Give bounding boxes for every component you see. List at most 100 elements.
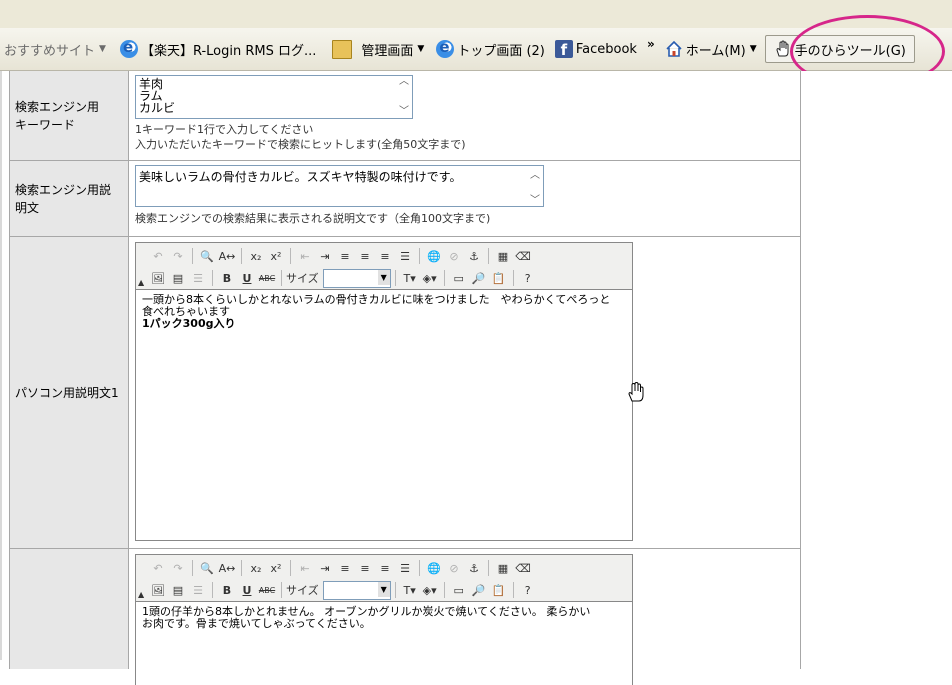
facebook-icon: f	[554, 40, 573, 59]
indent-icon[interactable]: ⇥	[315, 246, 335, 266]
bookmark-admin-folder[interactable]: 管理画面 ▼	[328, 38, 428, 60]
font-size-label: サイズ	[286, 584, 319, 597]
description-label: 検索エンジン用説 明文	[10, 161, 129, 236]
outdent-icon[interactable]: ⇤	[295, 246, 315, 266]
bookmark-facebook[interactable]: f Facebook	[551, 38, 641, 60]
keywords-note-1: 1キーワード1行で入力してください	[135, 123, 314, 136]
textarea-scrollbar[interactable]: ︿ ﹀	[527, 166, 543, 206]
align-right-icon[interactable]: ≡	[375, 246, 395, 266]
ie-page-icon	[119, 38, 138, 58]
redo-icon[interactable]: ↷	[168, 246, 188, 266]
bookmark-rakuten-rlogin[interactable]: 【楽天】R-Login RMS ログ...	[116, 38, 320, 60]
bookmark-label: トップ画面 (2)	[457, 43, 545, 59]
align-right-icon[interactable]: ≡	[375, 558, 395, 578]
align-left-icon[interactable]: ≡	[335, 246, 355, 266]
link-icon[interactable]: 🌐	[424, 246, 444, 266]
insert-table-icon[interactable]: ▤	[168, 580, 188, 600]
bold-button[interactable]: B	[217, 268, 237, 288]
link-icon[interactable]: 🌐	[424, 558, 444, 578]
chevron-down-icon[interactable]: ﹀	[530, 191, 540, 206]
more-bookmarks-chevron[interactable]: »	[641, 37, 661, 51]
eraser-icon[interactable]: ⌫	[513, 246, 533, 266]
font-size-select[interactable]: ▼	[322, 268, 391, 288]
toolbar-collapse-icon[interactable]: ▲	[138, 278, 144, 287]
find-icon[interactable]: 🔍	[197, 246, 217, 266]
editor-content[interactable]: 1頭の仔羊から8本しかとれません。 オーブンかグリルか炭火で焼いてください。 柔…	[136, 602, 632, 634]
image-icon[interactable]: 🖼	[148, 580, 168, 600]
image-icon[interactable]: 🖼	[148, 268, 168, 288]
folder-icon	[332, 39, 353, 59]
help-icon[interactable]: ?	[518, 268, 538, 288]
bookmark-top-page[interactable]: トップ画面 (2)	[432, 38, 549, 60]
chevron-down-icon[interactable]: ﹀	[399, 106, 409, 118]
unlink-icon[interactable]: ⊘	[444, 246, 464, 266]
chevron-up-icon[interactable]: ︿	[399, 76, 409, 88]
bookmark-label: 【楽天】R-Login RMS ログ...	[140, 43, 317, 59]
anchor-icon[interactable]: ⚓	[464, 558, 484, 578]
home-label: ホーム(M)	[685, 43, 746, 59]
justify-icon[interactable]: ☰	[395, 558, 415, 578]
bookmark-recommended-sites[interactable]: おすすめサイト ▼	[0, 38, 110, 60]
insert-table-icon[interactable]: ▤	[168, 268, 188, 288]
editor-content[interactable]: 一頭から8本くらいしかとれないラムの骨付きカルビに味をつけました やわらかくてぺ…	[136, 290, 632, 334]
superscript-icon[interactable]: x²	[266, 558, 286, 578]
table-icon[interactable]: ▦	[493, 246, 513, 266]
preview-icon[interactable]: 🔎	[469, 268, 489, 288]
paste-icon[interactable]: 📋	[489, 580, 509, 600]
redo-icon[interactable]: ↷	[168, 558, 188, 578]
indent-icon[interactable]: ⇥	[315, 558, 335, 578]
paste-icon[interactable]: 📋	[489, 268, 509, 288]
rich-text-editor-2: ↶ ↷ 🔍 A↔ x₂ x² ⇤ ⇥ ≡ ≡ ≡ ☰ 🌐 ⊘ ⚓ ▦ ⌫ 🖼 ▤…	[135, 554, 633, 685]
source-icon[interactable]: ▭	[449, 580, 469, 600]
window-top-strip	[0, 0, 952, 29]
editor-line: 1パック300g入り	[142, 317, 236, 330]
underline-button[interactable]: U	[237, 268, 257, 288]
text-color-icon[interactable]: T▾	[400, 268, 420, 288]
keywords-value-cell: 羊肉 ラム カルビ ︿ ﹀ 1キーワード1行で入力してください 入力いただいたキー…	[129, 71, 800, 160]
replace-icon[interactable]: A↔	[217, 246, 237, 266]
undo-icon[interactable]: ↶	[148, 558, 168, 578]
home-button[interactable]: ホーム(M) ▼	[661, 38, 761, 60]
font-size-select[interactable]: ▼	[322, 580, 391, 600]
justify-icon[interactable]: ☰	[395, 246, 415, 266]
underline-button[interactable]: U	[237, 580, 257, 600]
keywords-label: 検索エンジン用 キーワード	[10, 71, 129, 160]
help-icon[interactable]: ?	[518, 580, 538, 600]
unlink-icon[interactable]: ⊘	[444, 558, 464, 578]
align-left-icon[interactable]: ≡	[335, 558, 355, 578]
outdent-icon[interactable]: ⇤	[295, 558, 315, 578]
table-icon[interactable]: ▦	[493, 558, 513, 578]
anchor-icon[interactable]: ⚓	[464, 246, 484, 266]
strikethrough-button[interactable]: ABC	[257, 580, 277, 600]
hand-tool-button[interactable]: 手のひらツール(G)	[764, 35, 915, 63]
chevron-down-icon[interactable]: ▼	[377, 581, 390, 597]
description-textarea[interactable]: 美味しいラムの骨付きカルビ。スズキヤ特製の味付けです。 ︿ ﹀	[135, 165, 544, 207]
subscript-icon[interactable]: x₂	[246, 558, 266, 578]
textarea-scrollbar[interactable]: ︿ ﹀	[396, 76, 412, 118]
source-icon[interactable]: ▭	[449, 268, 469, 288]
home-icon	[665, 40, 683, 58]
background-color-icon[interactable]: ◈▾	[420, 268, 440, 288]
horizontal-rule-icon[interactable]: ☰	[188, 268, 208, 288]
undo-icon[interactable]: ↶	[148, 246, 168, 266]
align-center-icon[interactable]: ≡	[355, 246, 375, 266]
editor-toolbar: ↶ ↷ 🔍 A↔ x₂ x² ⇤ ⇥ ≡ ≡ ≡ ☰ 🌐 ⊘ ⚓ ▦ ⌫ 🖼 ▤…	[136, 243, 632, 290]
bold-button[interactable]: B	[217, 580, 237, 600]
horizontal-rule-icon[interactable]: ☰	[188, 580, 208, 600]
chevron-up-icon[interactable]: ︿	[530, 166, 540, 181]
subscript-icon[interactable]: x₂	[246, 246, 266, 266]
text-color-icon[interactable]: T▾	[400, 580, 420, 600]
keywords-textarea[interactable]: 羊肉 ラム カルビ ︿ ﹀	[135, 75, 413, 119]
superscript-icon[interactable]: x²	[266, 246, 286, 266]
pc-desc1-value-cell: ↶ ↷ 🔍 A↔ x₂ x² ⇤ ⇥ ≡ ≡ ≡ ☰ 🌐 ⊘ ⚓ ▦ ⌫ 🖼 ▤…	[129, 237, 800, 548]
preview-icon[interactable]: 🔎	[469, 580, 489, 600]
find-icon[interactable]: 🔍	[197, 558, 217, 578]
align-center-icon[interactable]: ≡	[355, 558, 375, 578]
background-color-icon[interactable]: ◈▾	[420, 580, 440, 600]
replace-icon[interactable]: A↔	[217, 558, 237, 578]
eraser-icon[interactable]: ⌫	[513, 558, 533, 578]
chevron-down-icon[interactable]: ▼	[377, 269, 390, 285]
left-border	[0, 71, 2, 660]
toolbar-collapse-icon[interactable]: ▲	[138, 590, 144, 599]
strikethrough-button[interactable]: ABC	[257, 268, 277, 288]
